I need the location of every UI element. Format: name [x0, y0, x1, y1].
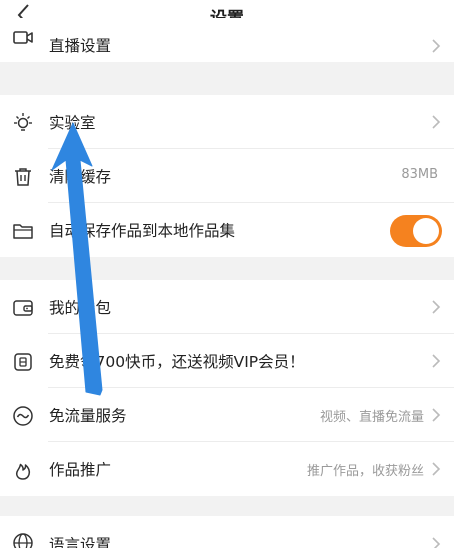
auto-save-toggle[interactable] [390, 215, 442, 247]
globe-icon [13, 533, 33, 548]
settings-row-lab[interactable]: 实验室 [0, 95, 454, 149]
flame-icon [16, 463, 31, 480]
settings-row-language[interactable]: 语言设置 [0, 516, 454, 548]
trash-icon [15, 168, 31, 186]
chevron-right-icon [432, 462, 441, 476]
settings-row-promotion[interactable]: 作品推广 推广作品，收获粉丝 [0, 442, 454, 496]
chevron-right-icon [432, 115, 441, 129]
chevron-right-icon [432, 354, 441, 368]
video-camera-icon [13, 31, 33, 44]
settings-row-label: 语言设置 [49, 536, 112, 548]
lightbulb-icon [14, 113, 32, 131]
folder-icon [13, 224, 33, 239]
wave-icon [13, 406, 33, 426]
coin-icon [14, 353, 32, 371]
chevron-right-icon [432, 39, 441, 53]
settings-group-language: 语言设置 [0, 516, 454, 548]
settings-row-label: 自动保存作品到本地作品集 [49, 222, 236, 240]
settings-row-label: 我的钱包 [49, 299, 112, 317]
settings-row-free-data[interactable]: 免流量服务 视频、直播免流量 [0, 388, 454, 442]
settings-row-auto-save: 自动保存作品到本地作品集 [0, 203, 454, 257]
toggle-knob [413, 218, 439, 244]
chevron-right-icon [432, 537, 441, 548]
free-data-value: 视频、直播免流量 [319, 410, 424, 425]
settings-row-label: 实验室 [49, 114, 96, 132]
cache-size-value: 83MB [401, 167, 438, 182]
settings-row-label: 作品推广 [49, 461, 112, 479]
settings-row-wallet[interactable]: 我的钱包 [0, 280, 454, 334]
settings-row-label: 直播设置 [49, 37, 112, 55]
settings-group-general: 实验室 清除缓存 83MB 自动保存作品到本地作品集 [0, 95, 454, 257]
settings-row-clear-cache[interactable]: 清除缓存 83MB [0, 149, 454, 203]
settings-row-live[interactable]: 直播设置 [0, 18, 454, 62]
settings-row-label: 清除缓存 [49, 168, 112, 186]
settings-group-services: 我的钱包 免费领700快币，还送视频VIP会员！ 免流量服务 视频、直播免流量 [0, 280, 454, 496]
promotion-value: 推广作品，收获粉丝 [306, 464, 424, 479]
settings-row-label: 免费领700快币，还送视频VIP会员！ [49, 353, 305, 371]
chevron-right-icon [432, 300, 441, 314]
settings-row-free-coins[interactable]: 免费领700快币，还送视频VIP会员！ [0, 334, 454, 388]
chevron-right-icon [432, 408, 441, 422]
wallet-icon [13, 300, 33, 316]
settings-group-live: 直播设置 [0, 18, 454, 62]
settings-row-label: 免流量服务 [49, 407, 127, 425]
